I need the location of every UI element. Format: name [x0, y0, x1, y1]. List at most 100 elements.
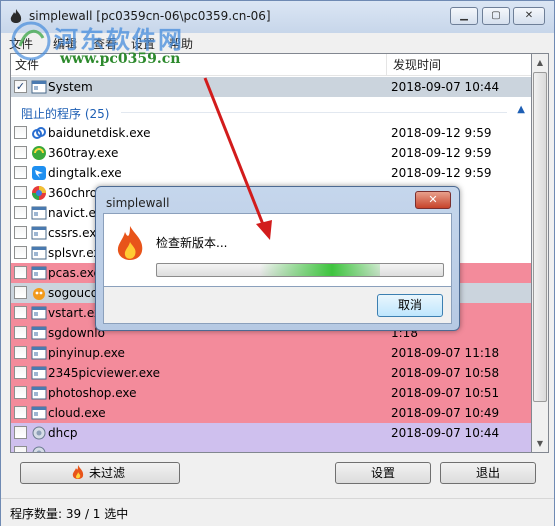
list-item[interactable]: dingtalk.exe 2018-09-12 9:59 — [11, 163, 531, 183]
dingtalk-icon — [32, 166, 46, 180]
menu-view[interactable]: 查看 — [93, 35, 117, 52]
filter-button[interactable]: 未过滤 — [20, 462, 180, 484]
cancel-button[interactable]: 取消 — [377, 294, 443, 317]
status-bar: 程序数量: 39 / 1 选中 — [1, 498, 554, 526]
maximize-button[interactable]: ▢ — [482, 7, 510, 25]
filter-button-label: 未过滤 — [89, 466, 126, 480]
row-checkbox[interactable] — [14, 126, 27, 139]
progress-marquee — [260, 264, 380, 276]
found-time: 2018-09-12 9:59 — [391, 126, 492, 140]
row-checkbox[interactable]: ✓ — [14, 80, 27, 93]
list-item[interactable]: photoshop.exe 2018-09-07 10:51 — [11, 383, 531, 403]
menu-edit[interactable]: 编辑 — [53, 35, 77, 52]
found-time: 2018-09-07 10:58 — [391, 366, 500, 380]
program-name: 360tray.exe — [48, 146, 119, 160]
window-icon — [31, 346, 47, 360]
service-icon — [32, 426, 46, 440]
exit-button[interactable]: 退出 — [440, 462, 536, 484]
row-checkbox[interactable] — [14, 326, 27, 339]
list-item[interactable]: 360tray.exe 2018-09-12 9:59 — [11, 143, 531, 163]
update-progress-bar — [156, 263, 444, 277]
menu-settings[interactable]: 设置 — [131, 35, 155, 52]
menu-bar: 文件 编辑 查看 设置 帮助 — [1, 33, 554, 53]
list-item[interactable] — [11, 443, 531, 452]
row-checkbox[interactable] — [14, 246, 27, 259]
window-icon — [31, 246, 47, 260]
dialog-close-button[interactable]: ✕ — [415, 191, 451, 209]
row-checkbox[interactable] — [14, 266, 27, 279]
program-name: baidunetdisk.exe — [48, 126, 151, 140]
row-checkbox[interactable] — [14, 366, 27, 379]
list-item[interactable]: dhcp 2018-09-07 10:44 — [11, 423, 531, 443]
row-checkbox[interactable] — [14, 386, 27, 399]
scroll-down-arrow-icon[interactable]: ▼ — [532, 435, 548, 452]
group-divider — [121, 112, 507, 113]
dialog-title: simplewall — [106, 196, 170, 210]
column-file[interactable]: 文件 — [11, 54, 39, 76]
title-bar[interactable]: simplewall [pc0359cn-06\pc0359.cn-06] ▁ … — [1, 1, 554, 33]
program-name: 2345picviewer.exe — [48, 366, 161, 380]
list-item[interactable]: pinyinup.exe 2018-09-07 11:18 — [11, 343, 531, 363]
update-dialog: simplewall ✕ 检查新版本... 取消 — [95, 186, 460, 331]
found-time: 2018-09-07 10:44 — [391, 80, 500, 94]
window-icon — [31, 306, 47, 320]
scroll-thumb[interactable] — [533, 72, 547, 402]
row-checkbox[interactable] — [14, 306, 27, 319]
window-icon — [31, 326, 47, 340]
list-item[interactable]: ✓ System 2018-09-07 10:44 — [11, 77, 531, 97]
window-icon — [31, 386, 47, 400]
row-checkbox[interactable] — [14, 426, 27, 439]
program-name: dhcp — [48, 426, 78, 440]
row-checkbox[interactable] — [14, 346, 27, 359]
window-icon — [31, 206, 47, 220]
settings-button[interactable]: 设置 — [335, 462, 431, 484]
flame-icon — [117, 226, 143, 260]
window-icon — [31, 80, 47, 94]
window-icon — [31, 406, 47, 420]
close-button[interactable]: ✕ — [513, 7, 545, 25]
found-time: 2018-09-07 10:49 — [391, 406, 500, 420]
minimize-button[interactable]: ▁ — [450, 7, 478, 25]
group-header-blocked[interactable]: 阻止的程序 (25) ▲ — [11, 101, 531, 123]
row-checkbox[interactable] — [14, 406, 27, 419]
cloud-app-icon — [32, 127, 46, 139]
list-item[interactable]: cloud.exe 2018-09-07 10:49 — [11, 403, 531, 423]
list-item[interactable]: baidunetdisk.exe 2018-09-12 9:59 — [11, 123, 531, 143]
program-name: pcas.exe — [48, 266, 101, 280]
service-icon — [32, 446, 46, 452]
column-found-time[interactable]: 发现时间 — [389, 54, 441, 76]
menu-help[interactable]: 帮助 — [169, 35, 193, 52]
row-checkbox[interactable] — [14, 166, 27, 179]
row-checkbox[interactable] — [14, 286, 27, 299]
found-time: 2018-09-12 9:59 — [391, 146, 492, 160]
status-text: 程序数量: 39 / 1 选中 — [10, 507, 129, 521]
dialog-footer: 取消 — [103, 287, 452, 324]
column-separator — [386, 54, 387, 76]
program-name: System — [48, 80, 93, 94]
row-checkbox[interactable] — [14, 446, 27, 452]
scroll-up-arrow-icon[interactable]: ▲ — [532, 54, 548, 71]
row-checkbox[interactable] — [14, 206, 27, 219]
row-checkbox[interactable] — [14, 226, 27, 239]
dialog-message: 检查新版本... — [156, 236, 228, 250]
row-checkbox[interactable] — [14, 146, 27, 159]
program-name: pinyinup.exe — [48, 346, 125, 360]
sogou-icon — [33, 288, 45, 300]
row-checkbox[interactable] — [14, 186, 27, 199]
group-label: 阻止的程序 (25) — [21, 107, 110, 121]
window-icon — [31, 226, 47, 240]
list-header: 文件 发现时间 — [11, 54, 531, 76]
vertical-scrollbar[interactable]: ▲ ▼ — [532, 53, 549, 453]
window-icon — [31, 366, 47, 380]
window-icon — [31, 266, 47, 280]
browser-icon — [32, 186, 46, 200]
flame-app-icon — [10, 9, 22, 23]
flame-icon — [72, 465, 84, 479]
collapse-caret-icon[interactable]: ▲ — [517, 104, 525, 115]
360-icon — [32, 146, 46, 160]
found-time: 2018-09-12 9:59 — [391, 166, 492, 180]
list-item[interactable]: 2345picviewer.exe 2018-09-07 10:58 — [11, 363, 531, 383]
window-title: simplewall [pc0359cn-06\pc0359.cn-06] — [29, 9, 271, 23]
menu-file[interactable]: 文件 — [9, 35, 33, 52]
found-time: 2018-09-07 10:44 — [391, 426, 500, 440]
